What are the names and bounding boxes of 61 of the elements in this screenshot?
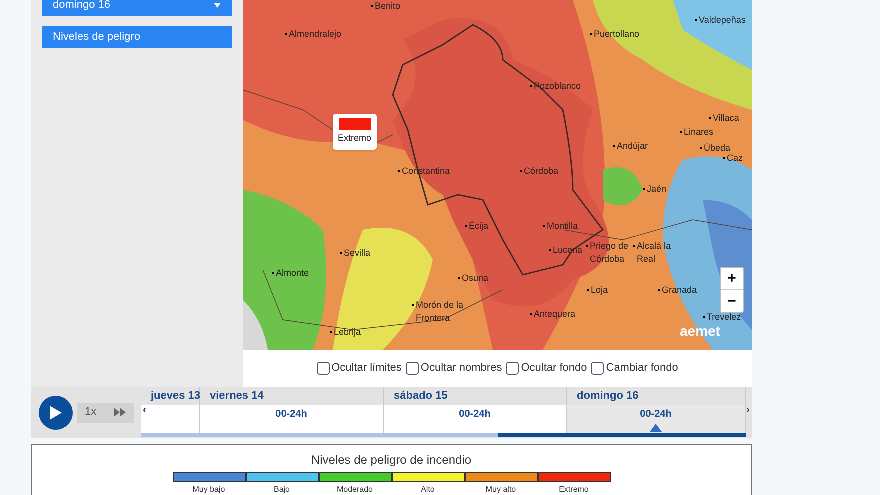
place-label: Trevelez [707,311,742,324]
place-label: Puertollano [594,28,640,41]
legend-label: Extremo [559,484,589,495]
fast-forward-icon [114,408,126,417]
period-label: 00-24h [640,408,672,422]
speed-control[interactable]: 1x [77,402,134,422]
option-label: Ocultar límites [332,361,402,376]
place-label: Andújar [617,140,648,153]
legend-label: Muy bajo [192,484,226,495]
day-label: domingo 16 [577,388,639,404]
place-label: Úbeda [704,142,731,154]
place-label: Almonte [276,267,310,280]
place-label: Écija [469,220,489,233]
play-button[interactable] [39,396,73,430]
place-label: Morón de la Frontera [416,299,464,325]
play-icon [50,406,62,420]
checkbox[interactable] [506,362,520,375]
place-label: Valdepeñas [699,14,746,27]
legend-label: Muy alto [486,484,516,495]
place-label: Alcalá la Real [637,240,672,266]
place-label: Priego de Córdoba [590,240,630,266]
legend-title: Niveles de peligro de incendio [311,452,472,469]
option-label: Ocultar fondo [521,361,588,376]
checkbox[interactable] [591,362,604,375]
layer-button[interactable]: Niveles de peligro [42,26,232,48]
map-drawing[interactable] [243,0,752,350]
legend-label: Alto [421,484,435,495]
zoom-out-button[interactable]: − [721,290,743,312]
day-label: sábado 15 [394,388,448,404]
period-label: 00-24h [276,408,308,422]
place-label: Villaca [713,112,740,125]
day-label: jueves 13 [151,388,201,404]
day-dropdown[interactable]: domingo 16 [42,0,232,16]
zoom-in-button[interactable]: + [721,268,743,290]
checkbox[interactable] [406,362,419,375]
place-label: Lebrija [334,326,362,339]
caret-icon [214,2,221,8]
day-label: viernes 14 [210,388,264,404]
day-column[interactable]: viernes 14 00-24h [200,387,384,433]
place-label: Benito [375,0,401,13]
place-label: Osuna [462,272,489,285]
legend-label: Bajo [274,484,290,495]
place-label: Sevilla [344,247,371,260]
legend-label: Moderado [336,484,374,495]
speed-label: 1x [85,405,97,420]
place-label: Almendralejo [289,28,342,41]
place-label: Córdoba [524,165,559,178]
day-column[interactable]: domingo 16 00-24h [567,387,746,433]
option-label: Ocultar nombres [420,361,502,376]
popup-label: Extremo [338,132,372,145]
place-label: Loja [591,284,608,297]
checkbox[interactable] [316,362,330,375]
place-label: Montilla [547,220,578,233]
next-arrow[interactable]: › [746,403,750,418]
place-label: Antequera [534,308,576,321]
place-label: Jaén [647,183,667,196]
place-label: Linares [684,126,714,139]
period-label: 00-24h [459,408,491,422]
place-label: Caz [727,152,744,165]
option-label: Cambiar fondo [606,361,678,376]
day-column[interactable]: sábado 15 00-24h [384,387,567,433]
